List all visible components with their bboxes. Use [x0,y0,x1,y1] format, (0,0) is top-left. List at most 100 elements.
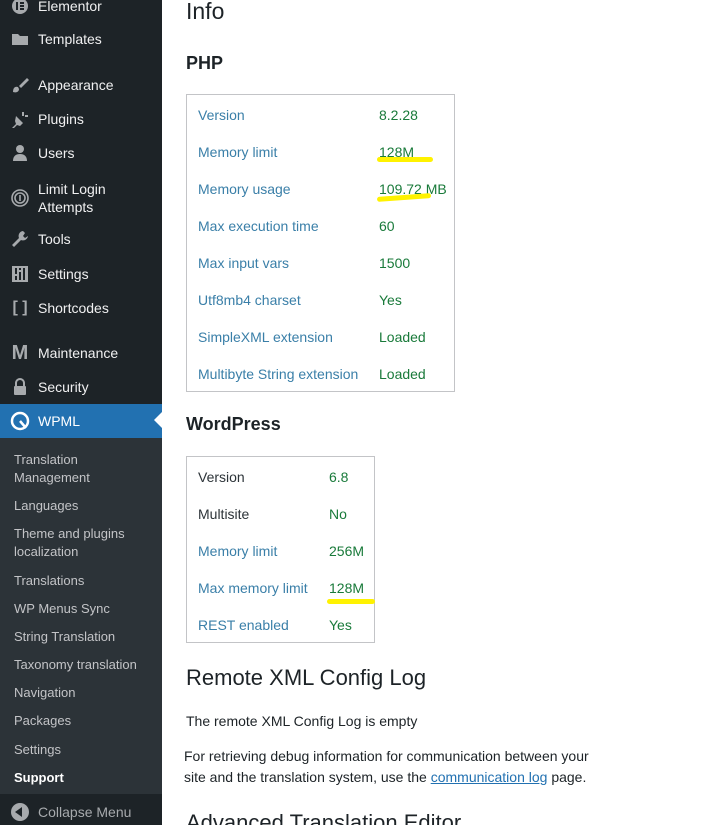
menu-label: Shortcodes [38,300,109,316]
row-key: Max input vars [198,254,290,271]
row-key: Utf8mb4 charset [198,291,301,308]
communication-log-link[interactable]: communication log [431,769,548,785]
brush-icon [10,75,30,95]
menu-label: Settings [38,266,89,282]
table-row: Version 8.2.28 [187,96,454,133]
menu-label: Templates [38,31,102,47]
elementor-icon [10,0,30,16]
table-row: Max execution time 60 [187,207,454,244]
submenu-item-translations[interactable]: Translations [14,572,154,590]
submenu-item-taxonomy-translation[interactable]: Taxonomy translation [14,656,154,674]
menu-item-limit-login-attempts[interactable]: Limit Login Attempts [0,179,162,217]
submenu-item-packages[interactable]: Packages [14,712,154,730]
menu-label: Maintenance [38,345,119,361]
table-row: SimpleXML extension Loaded [187,318,454,355]
row-key: Memory limit [198,143,278,160]
menu-item-shortcodes[interactable]: [ ] Shortcodes [0,291,162,325]
submenu-item-theme-plugins-localization[interactable]: Theme and plugins localization [14,525,154,561]
brackets-icon: [ ] [12,299,28,316]
menu-label: Plugins [38,111,84,127]
menu-label: WPML [38,413,80,429]
sliders-icon [10,264,30,284]
row-value: 6.8 [329,468,349,485]
table-row: Utf8mb4 charset Yes [187,281,454,318]
menu-label: Tools [38,231,71,247]
menu-item-security[interactable]: Security [0,370,162,404]
row-value: 1500 [379,254,411,271]
menu-item-templates[interactable]: Templates [0,22,162,56]
menu-item-elementor[interactable]: Elementor [0,0,162,23]
remote-log-heading: Remote XML Config Log [186,665,427,690]
admin-sidebar: Elementor Templates Appearance Plugins U… [0,0,162,825]
row-key: SimpleXML extension [198,328,333,345]
page-title: Info [186,0,225,24]
wpml-submenu: Translation Management Languages Theme a… [0,438,162,794]
row-key: Multisite [198,505,250,522]
table-row: Memory usage 109.72 MB [187,170,454,207]
php-heading: PHP [186,53,224,73]
row-value: Loaded [379,365,426,382]
table-row: Memory limit 256M [187,532,374,569]
row-key: Multibyte String extension [198,365,359,382]
menu-label: Appearance [38,77,114,93]
submenu-item-languages[interactable]: Languages [14,497,154,515]
row-value: 60 [379,217,395,234]
folder-icon [10,29,30,49]
table-row: Memory limit 128M [187,133,454,170]
row-key: REST enabled [198,616,289,633]
table-row: Version 6.8 [187,458,374,495]
submenu-item-wp-menus-sync[interactable]: WP Menus Sync [14,600,154,618]
menu-label: Elementor [38,0,102,14]
highlight-mark [377,157,433,162]
menu-item-users[interactable]: Users [0,136,162,170]
menu-item-settings[interactable]: Settings [0,257,162,291]
row-value: Yes [329,616,352,633]
row-key: Version [198,106,245,123]
remote-log-empty-text: The remote XML Config Log is empty [186,713,418,729]
communication-log-paragraph: For retrieving debug information for com… [184,748,589,785]
menu-label: Users [38,145,75,161]
table-row: REST enabled Yes [187,606,374,643]
submenu-item-settings[interactable]: Settings [14,741,154,759]
lock-icon [10,377,30,397]
wordpress-info-table: Version 6.8 Multisite No Memory limit 256M … [186,456,375,643]
row-value: Loaded [379,328,426,345]
menu-label: Security [38,379,89,395]
row-key: Memory usage [198,180,291,197]
submenu-item-support[interactable]: Support [14,769,154,787]
menu-item-plugins[interactable]: Plugins [0,102,162,136]
submenu-item-string-translation[interactable]: String Translation [14,628,154,646]
wordpress-heading: WordPress [186,414,281,434]
wpml-icon [10,411,30,431]
menu-label: Limit Login Attempts [38,181,106,215]
row-value: No [329,505,347,522]
php-info-table: Version 8.2.28 Memory limit 128M Memory us… [186,94,455,392]
menu-item-wpml[interactable]: WPML [0,404,162,438]
menu-item-maintenance[interactable]: M Maintenance [0,336,162,370]
fingerprint-icon [10,188,30,208]
row-value: 128M [329,579,365,596]
menu-item-appearance[interactable]: Appearance [0,68,162,102]
main-content: Info PHP Version 8.2.28 Memory limit 128M … [162,0,723,825]
row-key: Max execution time [198,217,319,234]
highlight-mark [327,599,375,604]
row-value: Yes [379,291,402,308]
row-value: 256M [329,542,365,559]
collapse-menu-label: Collapse Menu [38,803,132,820]
menu-item-tools[interactable]: Tools [0,222,162,256]
wrench-icon [10,229,30,249]
collapse-menu-button[interactable]: Collapse Menu [0,798,162,825]
row-key: Memory limit [198,542,278,559]
plug-icon [10,109,30,129]
table-row: Multisite No [187,495,374,532]
row-value: 8.2.28 [379,106,418,123]
user-icon [10,143,30,163]
m-logo-icon: M [11,341,29,364]
table-row: Multibyte String extension Loaded [187,355,454,392]
collapse-arrow-icon [11,802,29,821]
submenu-item-navigation[interactable]: Navigation [14,684,154,702]
advanced-translation-editor-heading: Advanced Translation Editor [186,810,462,825]
table-row: Max input vars 1500 [187,244,454,281]
submenu-item-translation-management[interactable]: Translation Management [14,451,154,487]
row-key: Version [198,468,245,485]
